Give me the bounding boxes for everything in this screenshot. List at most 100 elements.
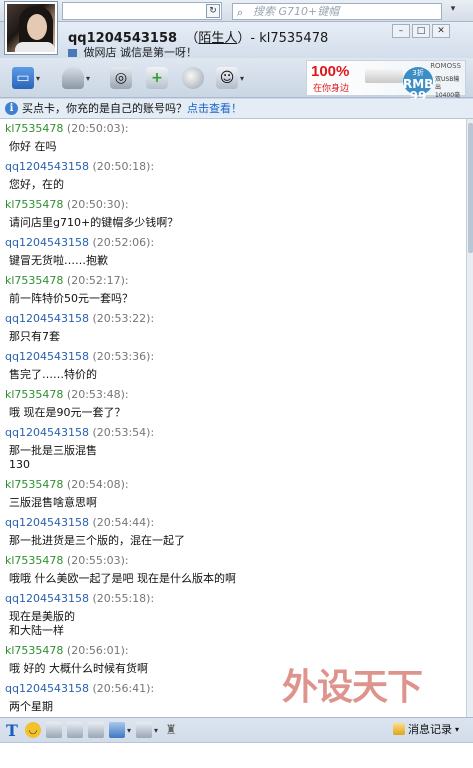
- camera-icon: ◎: [110, 67, 132, 89]
- minimize-button[interactable]: –: [392, 24, 410, 38]
- search-placeholder: 搜索 G710+键帽: [253, 5, 340, 18]
- message-time: (20:53:48):: [66, 388, 129, 401]
- video-button[interactable]: ◎: [110, 66, 132, 90]
- message-time: (20:54:44):: [92, 516, 155, 529]
- add-user-icon: +: [146, 67, 168, 89]
- chevron-down-icon[interactable]: ▾: [36, 74, 40, 83]
- music-icon[interactable]: [136, 722, 153, 738]
- message-header: kl7535478 (20:56:01):: [5, 644, 148, 658]
- message-sender[interactable]: qq1204543158: [5, 350, 89, 363]
- message-record-button[interactable]: 消息记录 ▾: [393, 721, 459, 737]
- message-text: 哦哦 什么美欧一起了是吧 现在是什么版本的啊: [9, 572, 236, 585]
- chat-history[interactable]: kl7535478 (20:50:03): 你好 在吗 qq1204543158 (…: [0, 119, 466, 717]
- message-sender[interactable]: qq1204543158: [5, 682, 89, 695]
- message-sender[interactable]: kl7535478: [5, 198, 63, 211]
- emoji-icon[interactable]: ◡: [25, 722, 41, 738]
- refresh-icon[interactable]: ↻: [206, 4, 220, 18]
- message-record-label: 消息记录: [408, 723, 452, 736]
- chevron-down-icon[interactable]: ▾: [154, 726, 158, 735]
- send-file-button[interactable]: ▭ ▾: [12, 66, 40, 90]
- message-text: 两个星期: [9, 700, 53, 713]
- message-sender[interactable]: kl7535478: [5, 554, 63, 567]
- record-icon: [393, 723, 405, 735]
- message-header: qq1204543158 (20:50:18):: [5, 160, 154, 174]
- chat-message: qq1204543158 (20:53:36): 售完了……特价的: [5, 350, 154, 382]
- message-time: (20:53:22):: [92, 312, 155, 325]
- bell-icon[interactable]: ♜: [163, 722, 179, 738]
- microphone-icon: [62, 67, 84, 89]
- remote-assist-button[interactable]: [182, 66, 204, 90]
- scrollbar-thumb[interactable]: [468, 123, 473, 253]
- info-icon: i: [5, 102, 18, 115]
- voice-button[interactable]: ▾: [62, 66, 90, 90]
- message-header: kl7535478 (20:53:48):: [5, 388, 129, 402]
- message-sender[interactable]: kl7535478: [5, 274, 63, 287]
- toolbar: ▭ ▾ ▾ ◎ + ☺ ▾ 100% 在你身边 ROMOSS 3折 RMB 99…: [0, 58, 473, 107]
- format-tools: T ◡ ▾ ▾ ♜: [4, 720, 179, 740]
- message-header: qq1204543158 (20:55:18):: [5, 592, 154, 606]
- gift-icon[interactable]: [88, 722, 104, 738]
- chat-message: kl7535478 (20:54:08): 三版混售啥意思啊: [5, 478, 129, 510]
- close-button[interactable]: ✕: [432, 24, 450, 38]
- avatar[interactable]: [5, 2, 57, 54]
- message-time: (20:55:18):: [92, 592, 155, 605]
- screenshot-icon[interactable]: [109, 722, 125, 738]
- chevron-down-icon[interactable]: ▾: [127, 726, 131, 735]
- ad-promo-line: 双USB输出: [435, 76, 460, 91]
- message-sender[interactable]: qq1204543158: [5, 592, 89, 605]
- message-time: (20:56:41):: [92, 682, 155, 695]
- message-time: (20:55:03):: [66, 554, 129, 567]
- ad-discount: 3折: [412, 69, 424, 77]
- message-text: 前一阵特价50元一套吗？: [9, 292, 133, 305]
- message-header: kl7535478 (20:54:08):: [5, 478, 129, 492]
- message-sender[interactable]: kl7535478: [5, 388, 63, 401]
- price-badge: 3折 RMB 99: [403, 67, 433, 102]
- message-sender[interactable]: kl7535478: [5, 478, 63, 491]
- message-text: 三版混售啥意思啊: [9, 496, 97, 509]
- message-time: (20:54:08):: [66, 478, 129, 491]
- message-text: 请问店里g710+的键帽多少钱啊？: [9, 216, 179, 229]
- message-text: 您好，在的: [9, 178, 64, 191]
- user-menu-button[interactable]: ☺ ▾: [216, 66, 244, 90]
- image-icon[interactable]: [67, 722, 83, 738]
- maximize-button[interactable]: □: [412, 24, 430, 38]
- peer-name: kl7535478: [259, 31, 329, 46]
- message-sender[interactable]: qq1204543158: [5, 312, 89, 325]
- scrollbar[interactable]: [466, 119, 473, 717]
- message-sender[interactable]: qq1204543158: [5, 236, 89, 249]
- info-link[interactable]: 点击查看！: [187, 102, 242, 115]
- input-toolbar: T ◡ ▾ ▾ ♜ 消息记录 ▾: [0, 717, 473, 768]
- message-time: (20:56:01):: [66, 644, 129, 657]
- shake-icon[interactable]: [46, 722, 62, 738]
- message-sender[interactable]: kl7535478: [5, 644, 63, 657]
- chevron-down-icon[interactable]: ▾: [86, 74, 90, 83]
- message-input[interactable]: [0, 742, 473, 768]
- ad-percent: 100%: [311, 63, 350, 80]
- message-header: qq1204543158 (20:52:06):: [5, 236, 154, 250]
- search-icon: ⌕: [237, 6, 244, 19]
- ad-banner[interactable]: 100% 在你身边 ROMOSS 3折 RMB 99 双USB输出 10400毫…: [306, 60, 466, 107]
- address-dropdown[interactable]: [62, 2, 222, 20]
- chevron-down-icon[interactable]: ▾: [446, 4, 460, 18]
- title-bar: qq1204543158 （陌生人）- kl7535478 做网店 诚信是第一呀…: [58, 22, 473, 59]
- chevron-down-icon[interactable]: ▾: [240, 74, 244, 83]
- power-bank-image: [365, 69, 403, 83]
- message-sender[interactable]: kl7535478: [5, 122, 63, 135]
- message-sender[interactable]: qq1204543158: [5, 160, 89, 173]
- message-sender[interactable]: qq1204543158: [5, 516, 89, 529]
- chat-message: kl7535478 (20:55:03): 哦哦 什么美欧一起了是吧 现在是什么版…: [5, 554, 236, 586]
- font-icon[interactable]: T: [4, 721, 20, 740]
- message-time: (20:53:36):: [92, 350, 155, 363]
- message-time: (20:52:06):: [92, 236, 155, 249]
- chat-message: qq1204543158 (20:55:18): 现在是美版的 和大陆一样: [5, 592, 154, 638]
- stranger-label[interactable]: 陌生人: [198, 31, 237, 46]
- chat-message: kl7535478 (20:52:17): 前一阵特价50元一套吗？: [5, 274, 133, 306]
- message-header: qq1204543158 (20:54:44):: [5, 516, 185, 530]
- message-header: qq1204543158 (20:53:22):: [5, 312, 154, 326]
- search-input[interactable]: ⌕ 搜索 G710+键帽: [232, 3, 442, 20]
- message-sender[interactable]: qq1204543158: [5, 426, 89, 439]
- ad-brand: ROMOSS: [430, 62, 461, 70]
- chat-message: kl7535478 (20:50:03): 你好 在吗: [5, 122, 129, 154]
- folder-icon: ▭: [12, 67, 34, 89]
- add-friend-button[interactable]: +: [146, 66, 168, 90]
